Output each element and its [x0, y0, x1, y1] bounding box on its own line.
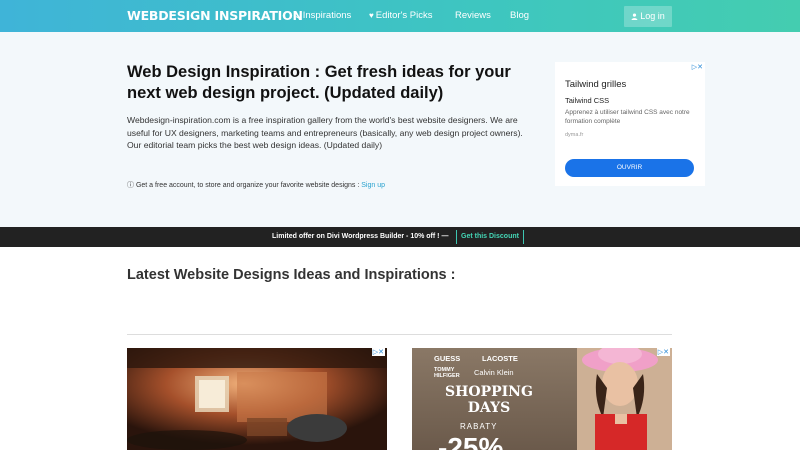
nav-editors-picks[interactable]: ♥ Editor's Picks: [369, 10, 432, 21]
ad-card-salt-cave[interactable]: ▷✕: [127, 348, 387, 450]
hero-description: Webdesign-inspiration.com is a free insp…: [127, 115, 523, 151]
nav-label: Editor's Picks: [375, 10, 433, 21]
brand-guess: GUESS: [434, 354, 461, 363]
promo-discount-link[interactable]: Get this Discount: [456, 230, 524, 244]
login-label: Log in: [640, 11, 665, 21]
rabaty-label: RABATY: [460, 422, 498, 431]
nav-label: Inspirations: [302, 10, 352, 21]
ad-choices-icon[interactable]: ▷✕: [656, 348, 670, 356]
section-title: Latest Website Designs Ideas and Inspira…: [127, 267, 456, 283]
ad-choices-icon[interactable]: ▷✕: [692, 63, 703, 71]
login-button[interactable]: Log in: [624, 6, 672, 27]
promo-text: Limited offer on Divi Wordpress Builder …: [272, 233, 449, 240]
ad-title: Tailwind grilles: [565, 79, 627, 90]
ad-card-shopping-days[interactable]: GUESS LACOSTE TOMMY HILFIGER Calvin Klei…: [412, 348, 672, 450]
chevron-down-icon: ⌄: [294, 11, 301, 20]
ad-text: Apprenez à utiliser tailwind CSS avec no…: [565, 109, 690, 125]
signup-link[interactable]: Sign up: [361, 182, 385, 189]
promo-bar: Limited offer on Divi Wordpress Builder …: [0, 227, 800, 247]
ad-open-button[interactable]: OUVRIR: [565, 159, 694, 177]
brand-tommy: TOMMY HILFIGER: [434, 367, 460, 379]
discount-value: -25%: [438, 432, 504, 450]
ad-choices-icon[interactable]: ▷✕: [371, 348, 385, 356]
girl-photo: [577, 348, 672, 450]
heart-icon: ♥: [369, 11, 374, 20]
nav-reviews[interactable]: Reviews: [455, 10, 491, 21]
shopping-days-headline: SHOPPING DAYS: [445, 384, 533, 416]
nav-inspirations[interactable]: ⌄ Inspirations: [294, 10, 351, 21]
brand-panel: GUESS LACOSTE TOMMY HILFIGER Calvin Klei…: [412, 348, 577, 450]
ad-domain: dyma.fr: [565, 132, 584, 138]
brand-calvin-klein: Calvin Klein: [474, 368, 514, 377]
nav-blog[interactable]: Blog: [510, 10, 529, 21]
side-ad[interactable]: ▷✕ Tailwind grilles Tailwind CSS Apprene…: [555, 62, 705, 186]
page-title: Web Design Inspiration : Get fresh ideas…: [127, 63, 511, 102]
signup-note: ⓘ Get a free account, to store and organ…: [127, 180, 385, 190]
ad-subtitle: Tailwind CSS: [565, 96, 610, 105]
divider: [127, 334, 672, 335]
user-icon: [631, 13, 638, 20]
info-icon: ⓘ: [127, 182, 134, 189]
top-navbar: WEBDESIGN INSPIRATION ⌄ Inspirations ♥ Edi…: [0, 0, 800, 32]
brand-lacoste: LACOSTE: [482, 354, 518, 363]
nav-label: Reviews: [455, 10, 491, 21]
nav-label: Blog: [510, 10, 530, 21]
signup-note-text: Get a free account, to store and organiz…: [135, 182, 360, 189]
site-logo[interactable]: WEBDESIGN INSPIRATION: [127, 8, 303, 23]
salt-cave-image: [127, 348, 387, 450]
